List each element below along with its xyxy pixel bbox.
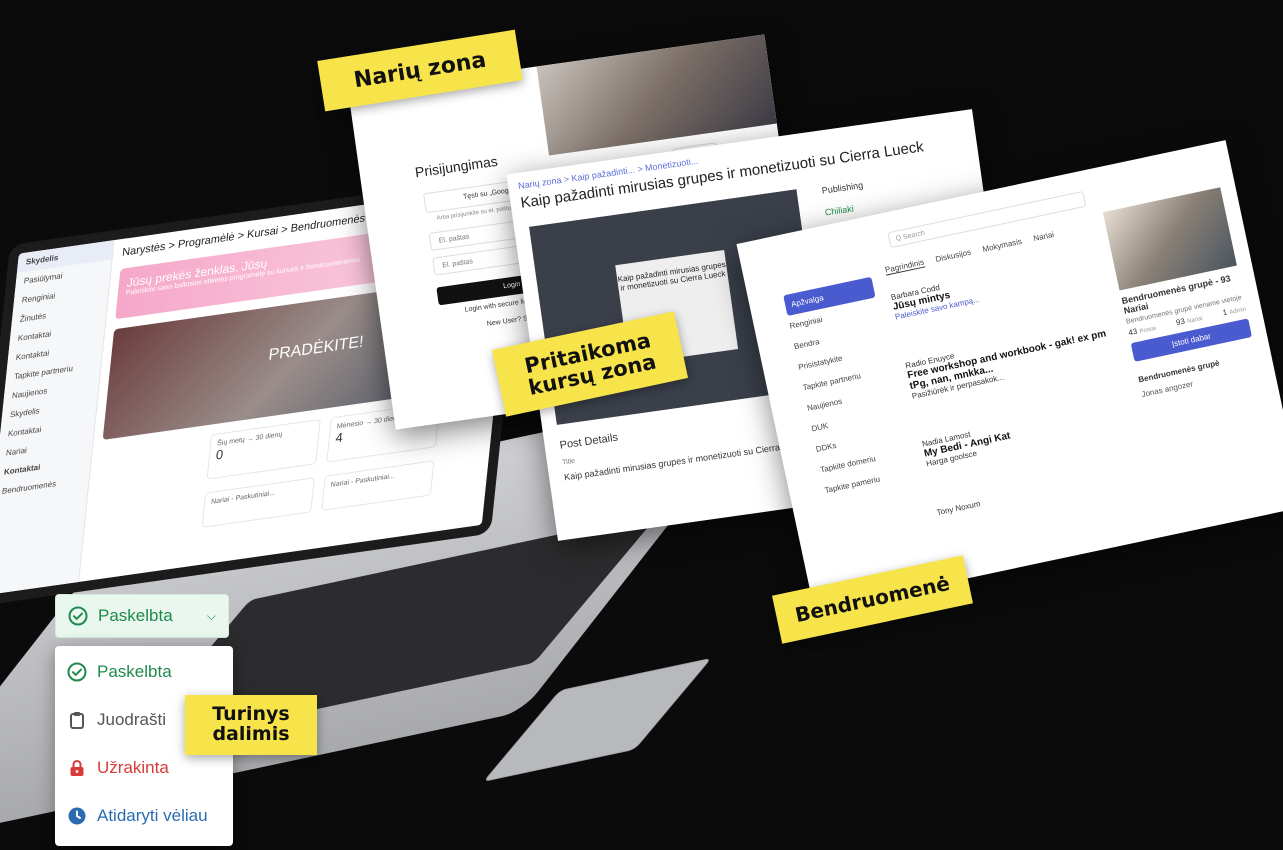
content-parts-tag: Turinys dalimis (185, 695, 317, 755)
check-circle-icon (68, 606, 88, 626)
status-option-draft[interactable]: Juodrašti (67, 710, 166, 730)
status-option-label: Užrakinta (97, 758, 169, 777)
stat-card: Šių metų → 30 dienų 0 (206, 418, 321, 480)
group-stat: 93 Nariai (1175, 315, 1204, 328)
members-card: Nariai - Paskutiniai... (321, 460, 435, 511)
status-selected: Paskelbta (98, 606, 173, 625)
feed-post[interactable]: Radio Enuyce Free workshop and workbook … (905, 316, 1129, 400)
post-title: My Bedi - Angi Kat (923, 430, 1012, 460)
status-option-published[interactable]: Paskelbta (67, 662, 172, 682)
clock-icon (67, 806, 87, 826)
status-option-label: Juodrašti (97, 710, 166, 729)
status-option-scheduled[interactable]: Atidaryti vėliau (67, 806, 208, 826)
tab[interactable]: Diskusijos (935, 248, 972, 265)
members-card: Nariai - Paskutiniai... (201, 477, 315, 528)
tab[interactable]: Nariai (1033, 230, 1056, 244)
status-option-label: Paskelbta (97, 662, 172, 681)
group-stat: 43 Postai (1127, 325, 1157, 338)
login-photo (536, 34, 777, 156)
feed-post[interactable]: Nadia Lamost My Bedi - Angi Kat Harga go… (921, 394, 1142, 469)
tab[interactable]: Pagrindinis (884, 257, 926, 276)
feed-post[interactable]: Tony Noxum (935, 463, 1153, 518)
hero-text: PRADĖKITE! (267, 333, 365, 365)
chevron-down-icon: ⌵ (206, 608, 216, 623)
status-option-locked[interactable]: Užrakinta (67, 758, 169, 778)
post-author: Tony Noxum (935, 499, 982, 518)
lock-icon (67, 758, 87, 778)
login-title: Prisijungimas (413, 152, 499, 181)
check-circle-icon (67, 662, 87, 682)
status-dropdown[interactable]: Paskelbta ⌵ (55, 594, 229, 638)
group-card: Bendruomenės grupė - 93 Nariai Bendruome… (1102, 187, 1260, 399)
members-card-label: Nariai - Paskutiniai... (330, 472, 396, 489)
tab[interactable]: Mokymasis (982, 237, 1023, 255)
group-stat: 1 Admin (1221, 306, 1247, 318)
members-card-label: Nariai - Paskutiniai... (210, 489, 276, 506)
clipboard-icon (67, 710, 87, 730)
status-option-label: Atidaryti vėliau (97, 806, 208, 825)
